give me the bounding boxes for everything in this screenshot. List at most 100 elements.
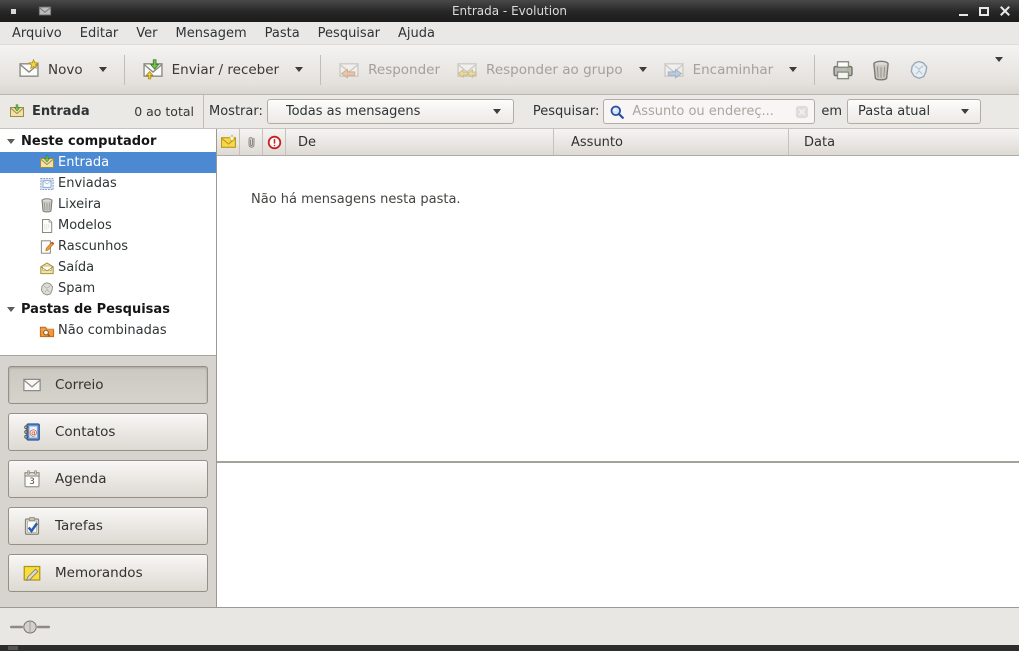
svg-text:@: @: [29, 427, 37, 437]
folder-modelos[interactable]: Modelos: [0, 215, 216, 236]
column-assunto[interactable]: Assunto: [554, 129, 789, 155]
search-scope-dropdown[interactable]: Pasta atual: [847, 99, 981, 124]
switcher-memorandos-button[interactable]: Memorandos: [8, 554, 208, 592]
folder-label: Enviadas: [58, 176, 117, 191]
show-filter-dropdown[interactable]: Todas as mensagens: [267, 99, 514, 124]
window-close-button[interactable]: [998, 4, 1012, 18]
junk-icon: [908, 59, 930, 81]
toolbar-separator: [814, 55, 815, 85]
menu-bar: Arquivo Editar Ver Mensagem Pasta Pesqui…: [0, 22, 1019, 45]
new-mail-icon: [18, 59, 40, 81]
search-icon: [609, 104, 625, 120]
folder-spam[interactable]: Spam: [0, 278, 216, 299]
templates-icon: [39, 218, 55, 234]
reply-group-button[interactable]: Responder ao grupo: [448, 53, 655, 87]
menu-pasta[interactable]: Pasta: [256, 23, 309, 44]
search-entry: [603, 99, 815, 124]
sent-icon: [39, 176, 55, 192]
maximize-icon: [979, 7, 989, 16]
menu-mensagem[interactable]: Mensagem: [167, 23, 256, 44]
expander-icon[interactable]: [7, 307, 15, 312]
sidebar: Neste computador Entrada Enviadas Lixeir…: [0, 129, 217, 607]
filter-bar: Entrada 0 ao total Mostrar: Todas as men…: [0, 95, 1019, 129]
switcher-label: Tarefas: [55, 518, 103, 534]
switcher-label: Memorandos: [55, 565, 143, 581]
mail-icon: [22, 375, 42, 395]
menu-editar[interactable]: Editar: [71, 23, 128, 44]
trash-icon: [39, 197, 55, 213]
forward-button[interactable]: Encaminhar: [655, 53, 806, 87]
inbox-icon: [9, 104, 25, 120]
expander-icon[interactable]: [7, 139, 15, 144]
switcher-tarefas-button[interactable]: Tarefas: [8, 507, 208, 545]
titlebar-dot: [11, 9, 16, 14]
chevron-down-icon: [639, 67, 647, 72]
tree-group-neste-computador[interactable]: Neste computador: [0, 131, 216, 152]
print-button[interactable]: [824, 53, 862, 87]
chevron-down-icon: [789, 67, 797, 72]
chevron-down-icon: [493, 109, 501, 114]
toolbar-overflow-button[interactable]: [981, 54, 1009, 85]
folder-lixeira[interactable]: Lixeira: [0, 194, 216, 215]
window-minimize-button[interactable]: [956, 4, 970, 18]
folder-label: Não combinadas: [58, 323, 167, 338]
folder-label: Entrada: [58, 155, 109, 170]
show-label: Mostrar:: [209, 104, 263, 119]
menu-pesquisar[interactable]: Pesquisar: [309, 23, 389, 44]
switcher-agenda-button[interactable]: 3 Agenda: [8, 460, 208, 498]
attachment-icon: [244, 135, 259, 150]
folder-rascunhos[interactable]: Rascunhos: [0, 236, 216, 257]
folder-label: Spam: [58, 281, 95, 296]
menu-ajuda[interactable]: Ajuda: [389, 23, 444, 44]
search-scope-value: Pasta atual: [858, 104, 930, 119]
folder-entrada[interactable]: Entrada: [0, 152, 216, 173]
contacts-icon: @: [22, 422, 42, 442]
tasks-icon: [22, 516, 42, 536]
message-list: Não há mensagens nesta pasta.: [217, 156, 1019, 461]
search-input[interactable]: [630, 103, 790, 120]
online-status-icon[interactable]: [10, 620, 50, 634]
column-data[interactable]: Data: [789, 129, 1019, 155]
window-maximize-button[interactable]: [977, 4, 991, 18]
column-de[interactable]: De: [286, 129, 554, 155]
junk-button[interactable]: [900, 53, 938, 87]
show-filter-value: Todas as mensagens: [286, 104, 421, 119]
toolbar-separator: [320, 55, 321, 85]
folder-label: Rascunhos: [58, 239, 128, 254]
folder-tree: Neste computador Entrada Enviadas Lixeir…: [0, 129, 216, 356]
clear-search-icon[interactable]: [795, 105, 809, 119]
evolution-window: Entrada - Evolution Arquivo Editar Ver M…: [0, 0, 1019, 651]
message-status-icon: [220, 134, 237, 151]
folder-saida[interactable]: Saída: [0, 257, 216, 278]
switcher-correio-button[interactable]: Correio: [8, 366, 208, 404]
bottom-strip-dot: [8, 646, 18, 650]
menu-arquivo[interactable]: Arquivo: [3, 23, 71, 44]
folder-nao-combinadas[interactable]: Não combinadas: [0, 320, 216, 341]
reply-group-label: Responder ao grupo: [486, 62, 623, 78]
priority-icon: [267, 135, 282, 150]
empty-folder-message: Não há mensagens nesta pasta.: [217, 156, 1019, 207]
drafts-icon: [39, 239, 55, 255]
column-status[interactable]: [217, 129, 240, 155]
window-controls: [956, 4, 1012, 18]
delete-button[interactable]: [862, 53, 900, 87]
menu-ver[interactable]: Ver: [127, 23, 166, 44]
column-priority[interactable]: [263, 129, 286, 155]
preview-pane: [217, 463, 1019, 607]
print-icon: [832, 59, 854, 81]
reply-icon: [338, 59, 360, 81]
send-receive-button[interactable]: Enviar / receber: [134, 53, 312, 87]
current-folder-name: Entrada: [32, 104, 90, 119]
folder-label: Lixeira: [58, 197, 101, 212]
new-button[interactable]: Novo: [10, 53, 115, 87]
reply-button[interactable]: Responder: [330, 53, 448, 87]
switcher-contatos-button[interactable]: @ Contatos: [8, 413, 208, 451]
app-icon: [38, 4, 52, 18]
toolbar: Novo Enviar / receber Responder Responde…: [0, 45, 1019, 95]
memos-icon: [22, 563, 42, 583]
toolbar-separator: [124, 55, 125, 85]
tree-group-pastas-de-pesquisas[interactable]: Pastas de Pesquisas: [0, 299, 216, 320]
column-attachment[interactable]: [240, 129, 263, 155]
folder-enviadas[interactable]: Enviadas: [0, 173, 216, 194]
calendar-icon: 3: [22, 469, 42, 489]
